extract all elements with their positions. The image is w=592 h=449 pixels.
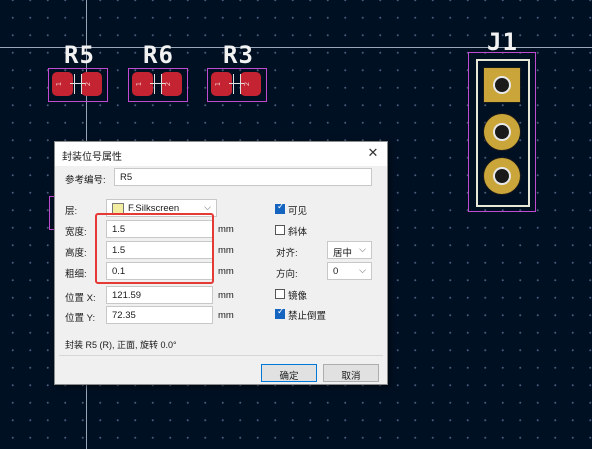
footprint-r3[interactable]: 1 2 — [207, 68, 267, 102]
dialog-titlebar[interactable]: 封装位号属性 ✕ — [55, 142, 387, 166]
footprint-r6[interactable]: 1 2 — [128, 68, 188, 102]
chevron-down-icon: ⌵ — [204, 202, 211, 212]
ok-button[interactable]: 确定 — [261, 364, 317, 382]
width-input[interactable]: 1.5 — [106, 220, 213, 238]
footprint-text-properties-dialog: 封装位号属性 ✕ 参考编号: R5 层: F.Silkscreen ⌵ 宽度: … — [54, 141, 388, 385]
pin-1-square-pad[interactable] — [483, 67, 521, 103]
height-input[interactable]: 1.5 — [106, 241, 213, 259]
pin-3-round-pad[interactable] — [483, 157, 521, 195]
width-label: 宽度: — [65, 227, 87, 238]
body-outline — [154, 74, 162, 94]
layer-select[interactable]: F.Silkscreen ⌵ — [106, 199, 217, 217]
footprint-j1[interactable] — [468, 52, 536, 212]
close-icon[interactable]: ✕ — [365, 145, 381, 161]
align-select[interactable]: 居中 ⌵ — [327, 241, 372, 259]
keep-upright-label: 禁止倒置 — [288, 311, 327, 322]
position-y-unit: mm — [218, 310, 234, 321]
chevron-down-icon: ⌵ — [359, 265, 366, 275]
pin-2-round-pad[interactable] — [483, 113, 521, 151]
body-outline — [233, 74, 241, 94]
keep-upright-checkbox[interactable] — [275, 307, 285, 319]
pad-2[interactable]: 2 — [81, 72, 102, 96]
position-x-label: 位置 X: — [65, 293, 96, 304]
position-x-input[interactable]: 121.59 — [106, 286, 213, 304]
layer-color-swatch — [112, 203, 124, 214]
pad-1[interactable]: 1 — [52, 72, 73, 96]
dialog-title: 封装位号属性 — [62, 152, 122, 163]
height-unit: mm — [218, 245, 234, 256]
position-y-label: 位置 Y: — [65, 313, 96, 324]
pad-2[interactable]: 2 — [240, 72, 261, 96]
chevron-down-icon: ⌵ — [359, 244, 366, 254]
visible-checkbox[interactable] — [275, 202, 285, 214]
ref-label: 参考编号: — [65, 175, 106, 186]
orientation-select[interactable]: 0 ⌵ — [327, 262, 372, 280]
align-label: 对齐: — [276, 248, 298, 259]
orientation-label: 方向: — [276, 269, 298, 280]
thickness-unit: mm — [218, 266, 234, 277]
pad-1[interactable]: 1 — [132, 72, 153, 96]
footprint-r5[interactable]: 1 2 — [48, 68, 108, 102]
drill-hole — [493, 76, 511, 94]
ref-label-r3: R3 — [223, 41, 254, 69]
reference-input[interactable]: R5 — [114, 168, 372, 186]
height-label: 高度: — [65, 248, 87, 259]
cancel-button[interactable]: 取消 — [323, 364, 379, 382]
divider — [59, 355, 383, 356]
ref-label-r5: R5 — [64, 41, 95, 69]
layer-label: 层: — [65, 206, 78, 217]
pad-1[interactable]: 1 — [211, 72, 232, 96]
width-unit: mm — [218, 224, 234, 235]
italic-label: 斜体 — [288, 227, 308, 238]
position-x-unit: mm — [218, 290, 234, 301]
footprint-info-text: 封装 R5 (R), 正面, 旋转 0.0° — [65, 340, 177, 350]
mirror-checkbox[interactable] — [275, 289, 285, 299]
italic-checkbox[interactable] — [275, 225, 285, 235]
position-y-input[interactable]: 72.35 — [106, 306, 213, 324]
body-outline — [74, 74, 82, 94]
ref-label-r6: R6 — [143, 41, 174, 69]
pad-2[interactable]: 2 — [161, 72, 182, 96]
drill-hole — [493, 123, 511, 141]
thickness-label: 粗细: — [65, 269, 87, 280]
visible-label: 可见 — [288, 206, 308, 217]
mirror-label: 镜像 — [288, 291, 308, 302]
drill-hole — [493, 167, 511, 185]
thickness-input[interactable]: 0.1 — [106, 262, 213, 280]
